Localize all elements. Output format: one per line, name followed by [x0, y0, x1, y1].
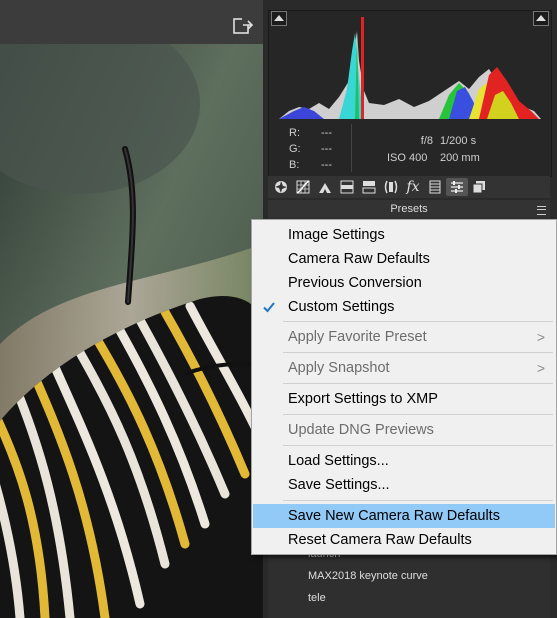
presets-icon[interactable]: [446, 178, 468, 196]
menu-item-label: Export Settings to XMP: [288, 391, 438, 407]
menu-separator: [283, 445, 553, 446]
tone-curve-icon[interactable]: [292, 178, 314, 196]
fx-icon[interactable]: fx: [402, 178, 424, 196]
menu-item-update-dng-previews[interactable]: Update DNG Previews: [253, 418, 555, 442]
calibration-icon[interactable]: [424, 178, 446, 196]
lens-icon[interactable]: [380, 178, 402, 196]
detail-icon[interactable]: [314, 178, 336, 196]
menu-item-export-settings-to-xmp[interactable]: Export Settings to XMP: [253, 387, 555, 411]
aperture-icon[interactable]: [270, 178, 292, 196]
menu-separator: [283, 383, 553, 384]
caterpillar-photo: [0, 44, 263, 618]
menu-item-label: Camera Raw Defaults: [288, 251, 430, 267]
iso-value: ISO 400: [387, 152, 428, 164]
menu-item-apply-snapshot[interactable]: Apply Snapshot >: [253, 356, 555, 380]
menu-item-label: Save Settings...: [288, 477, 390, 493]
menu-separator: [283, 414, 553, 415]
histogram-readout: R: --- G: --- B: --- f/8 1/200 s ISO 400…: [268, 122, 552, 177]
red-value: ---: [321, 127, 332, 139]
green-label: G:: [289, 143, 301, 155]
histogram-graph: [279, 17, 541, 119]
menu-item-label: Apply Snapshot: [288, 360, 390, 376]
panel-menu-icon[interactable]: [537, 206, 546, 215]
menu-item-label: Reset Camera Raw Defaults: [288, 532, 472, 548]
menu-item-label: Update DNG Previews: [288, 422, 434, 438]
menu-item-label: Apply Favorite Preset: [288, 329, 427, 345]
histogram: [268, 10, 552, 124]
hsl-icon[interactable]: [336, 178, 358, 196]
green-value: ---: [321, 143, 332, 155]
menu-separator: [283, 321, 553, 322]
blue-label: B:: [289, 159, 300, 171]
menu-item-custom-settings[interactable]: Custom Settings: [253, 295, 555, 319]
checkmark-icon: [263, 302, 275, 313]
menu-item-image-settings[interactable]: Image Settings: [253, 223, 555, 247]
focal-length-value: 200 mm: [440, 152, 480, 164]
menu-item-label: Image Settings: [288, 227, 385, 243]
panel-tabs: fx: [268, 176, 550, 198]
presets-panel-header: Presets: [268, 200, 550, 218]
aperture-value: f/8: [420, 135, 433, 147]
preset-item[interactable]: MAX2018 keynote curve: [308, 570, 428, 582]
preview-toolbar: [0, 0, 263, 44]
menu-item-label: Custom Settings: [288, 299, 395, 315]
red-label: R:: [289, 127, 300, 139]
menu-separator: [283, 352, 553, 353]
menu-item-label: Load Settings...: [288, 453, 389, 469]
camera-raw-settings-menu: Image Settings Camera Raw Defaults Previ…: [251, 219, 557, 555]
menu-item-previous-conversion[interactable]: Previous Conversion: [253, 271, 555, 295]
menu-item-save-new-camera-raw-defaults[interactable]: Save New Camera Raw Defaults: [253, 504, 555, 528]
shutter-speed-value: 1/200 s: [440, 135, 477, 147]
menu-item-apply-favorite-preset[interactable]: Apply Favorite Preset >: [253, 325, 555, 349]
preset-item[interactable]: tele: [308, 592, 326, 604]
presets-title: Presets: [390, 203, 428, 215]
menu-item-load-settings[interactable]: Load Settings...: [253, 449, 555, 473]
blue-value: ---: [321, 159, 332, 171]
split-toning-icon[interactable]: [358, 178, 380, 196]
menu-separator: [283, 500, 553, 501]
menu-item-label: Previous Conversion: [288, 275, 422, 291]
open-in-new-window-icon[interactable]: [233, 16, 255, 36]
readout-divider: [351, 124, 352, 172]
menu-item-reset-camera-raw-defaults[interactable]: Reset Camera Raw Defaults: [253, 528, 555, 552]
menu-item-save-settings[interactable]: Save Settings...: [253, 473, 555, 497]
submenu-arrow-icon: >: [536, 360, 545, 376]
image-preview-area: [0, 0, 263, 618]
menu-item-label: Save New Camera Raw Defaults: [288, 508, 500, 524]
menu-item-camera-raw-defaults[interactable]: Camera Raw Defaults: [253, 247, 555, 271]
submenu-arrow-icon: >: [536, 329, 545, 345]
snapshots-icon[interactable]: [468, 178, 490, 196]
